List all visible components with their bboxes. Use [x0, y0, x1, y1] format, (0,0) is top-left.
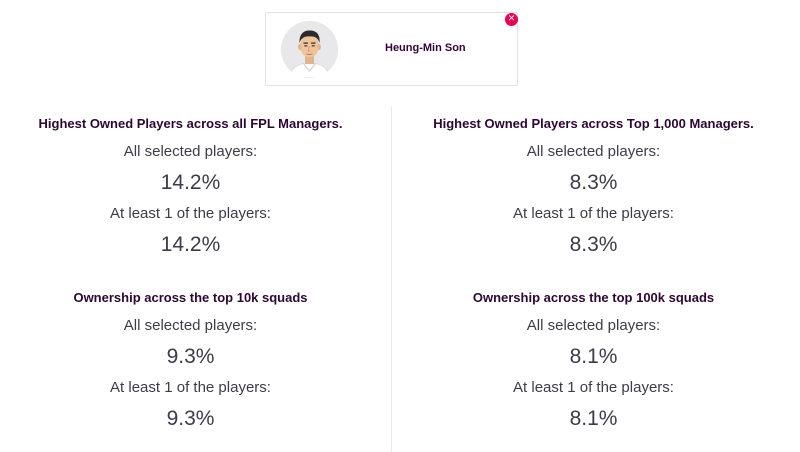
- all-selected-value: 14.2%: [160, 171, 221, 194]
- all-selected-value: 8.3%: [569, 171, 618, 194]
- stats-title: Highest Owned Players across all FPL Man…: [38, 116, 343, 131]
- all-selected-value: 9.3%: [166, 345, 215, 368]
- ownership-page: Heung-Min Son ✕ Highest Owned Players ac…: [0, 0, 800, 452]
- at-least-one-value: 8.3%: [569, 233, 618, 256]
- close-icon: ✕: [507, 14, 516, 24]
- at-least-one-label: At least 1 of the players:: [513, 379, 674, 396]
- at-least-one-label: At least 1 of the players:: [110, 205, 271, 222]
- stats-title: Highest Owned Players across Top 1,000 M…: [433, 116, 754, 131]
- stats-top-100k: Ownership across the top 100k squads All…: [396, 289, 791, 432]
- all-selected-value: 8.1%: [569, 345, 618, 368]
- at-least-one-label: At least 1 of the players:: [513, 205, 674, 222]
- stats-title: Ownership across the top 100k squads: [472, 290, 715, 305]
- all-selected-label: All selected players:: [123, 143, 258, 160]
- at-least-one-label: At least 1 of the players:: [110, 379, 271, 396]
- player-avatar-icon: [281, 21, 338, 78]
- selected-player-card[interactable]: Heung-Min Son ✕: [265, 12, 518, 86]
- player-name: Heung-Min Son: [385, 42, 466, 54]
- stats-all-managers: Highest Owned Players across all FPL Man…: [0, 115, 388, 258]
- all-selected-label: All selected players:: [526, 143, 661, 160]
- at-least-one-value: 14.2%: [160, 233, 221, 256]
- remove-player-button[interactable]: ✕: [505, 13, 518, 26]
- all-selected-label: All selected players:: [526, 317, 661, 334]
- all-selected-label: All selected players:: [123, 317, 258, 334]
- stats-top-10k: Ownership across the top 10k squads All …: [0, 289, 388, 432]
- stats-top-1000: Highest Owned Players across Top 1,000 M…: [396, 115, 791, 258]
- at-least-one-value: 9.3%: [166, 407, 215, 430]
- stats-title: Ownership across the top 10k squads: [73, 290, 308, 305]
- column-divider: [391, 106, 392, 452]
- player-avatar: [281, 21, 338, 78]
- at-least-one-value: 8.1%: [569, 407, 618, 430]
